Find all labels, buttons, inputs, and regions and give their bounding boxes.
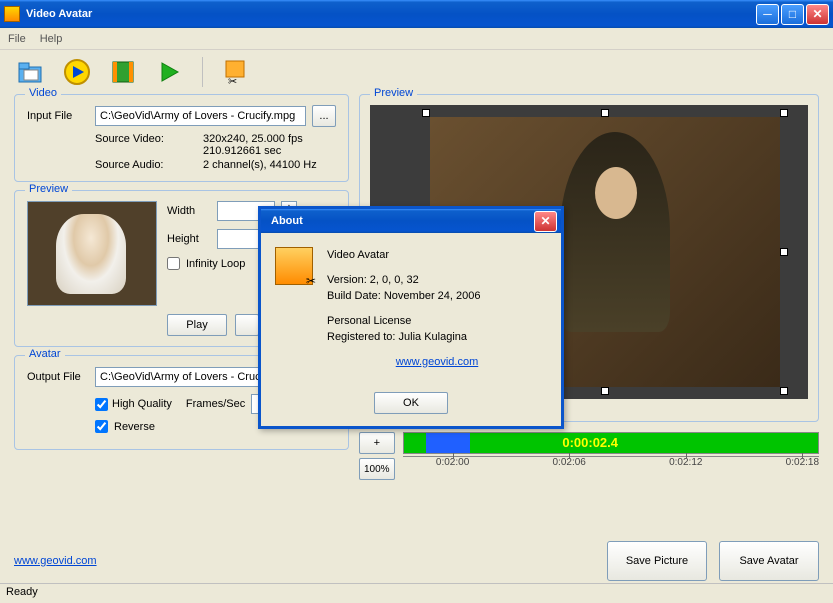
about-title: About [265, 215, 534, 227]
about-url[interactable]: www.geovid.com [396, 356, 479, 368]
about-registered: Registered to: Julia Kulagina [327, 331, 467, 343]
video-legend: Video [25, 87, 61, 99]
about-titlebar: About ✕ [261, 209, 561, 233]
footer-link[interactable]: www.geovid.com [14, 555, 97, 567]
source-audio-value: 2 channel(s), 44100 Hz [203, 159, 336, 171]
menubar: File Help [0, 28, 833, 50]
menu-file[interactable]: File [8, 33, 26, 45]
timeline-bar[interactable]: 0:00:02.4 [403, 432, 819, 454]
zoom-in-button[interactable]: + [359, 432, 395, 454]
crop-button[interactable]: ✂ [219, 55, 253, 89]
timeline-selection[interactable] [426, 433, 470, 453]
play-media-button[interactable] [60, 55, 94, 89]
film-icon [108, 57, 138, 87]
menu-help[interactable]: Help [40, 33, 63, 45]
main-preview-legend: Preview [370, 87, 417, 99]
open-file-button[interactable] [14, 55, 48, 89]
high-quality-checkbox[interactable] [95, 398, 108, 411]
height-label: Height [167, 233, 211, 245]
close-button[interactable]: ✕ [806, 4, 829, 25]
video-group: Video Input File ... Source Video: 320x2… [14, 94, 349, 182]
reverse-label: Reverse [114, 421, 155, 433]
play-button[interactable]: Play [167, 314, 227, 336]
zoom-100-button[interactable]: 100% [359, 458, 395, 480]
folder-icon [16, 57, 46, 87]
source-video-value: 320x240, 25.000 fps 210.912661 sec [203, 133, 336, 157]
about-build: Build Date: November 24, 2006 [327, 290, 480, 302]
infinity-loop-label: Infinity Loop [186, 258, 245, 270]
about-close-button[interactable]: ✕ [534, 211, 557, 232]
maximize-button[interactable]: □ [781, 4, 804, 25]
play-circle-icon [62, 57, 92, 87]
about-product: Video Avatar [327, 247, 547, 264]
browse-input-button[interactable]: ... [312, 105, 336, 127]
save-avatar-button[interactable]: Save Avatar [719, 541, 819, 581]
app-icon [4, 6, 20, 22]
scissors-film-icon: ✂ [221, 57, 251, 87]
about-version: Version: 2, 0, 0, 32 [327, 274, 419, 286]
source-video-label: Source Video: [95, 133, 195, 157]
about-ok-button[interactable]: OK [374, 392, 448, 414]
avatar-legend: Avatar [25, 348, 65, 360]
preview-extra-button[interactable] [235, 314, 259, 336]
timeline[interactable]: 0:00:02.4 0:02:00 0:02:06 0:02:12 0:02:1… [403, 432, 819, 482]
preview-legend: Preview [25, 183, 72, 195]
timeline-current-time: 0:00:02.4 [562, 435, 618, 450]
about-app-icon [275, 247, 313, 285]
toolbar-separator [202, 57, 203, 87]
film-button[interactable] [106, 55, 140, 89]
input-file-field[interactable] [95, 106, 306, 126]
window-titlebar: Video Avatar ─ □ ✕ [0, 0, 833, 28]
source-audio-label: Source Audio: [95, 159, 195, 171]
status-text: Ready [6, 586, 38, 598]
timeline-ruler: 0:02:00 0:02:06 0:02:12 0:02:18 [403, 456, 819, 482]
save-picture-button[interactable]: Save Picture [607, 541, 707, 581]
output-file-label: Output File [27, 371, 89, 383]
input-file-label: Input File [27, 110, 89, 122]
play-icon [156, 59, 182, 85]
window-title: Video Avatar [26, 8, 756, 20]
minimize-button[interactable]: ─ [756, 4, 779, 25]
statusbar: Ready [0, 583, 833, 603]
fps-label: Frames/Sec [186, 398, 245, 410]
high-quality-label: High Quality [112, 398, 172, 410]
preview-thumbnail [27, 201, 157, 306]
width-label: Width [167, 205, 211, 217]
about-dialog: About ✕ Video Avatar Version: 2, 0, 0, 3… [258, 206, 564, 429]
infinity-loop-checkbox[interactable] [167, 257, 180, 270]
reverse-checkbox[interactable] [95, 420, 108, 433]
run-button[interactable] [152, 55, 186, 89]
svg-text:✂: ✂ [228, 76, 237, 87]
about-license: Personal License [327, 315, 411, 327]
